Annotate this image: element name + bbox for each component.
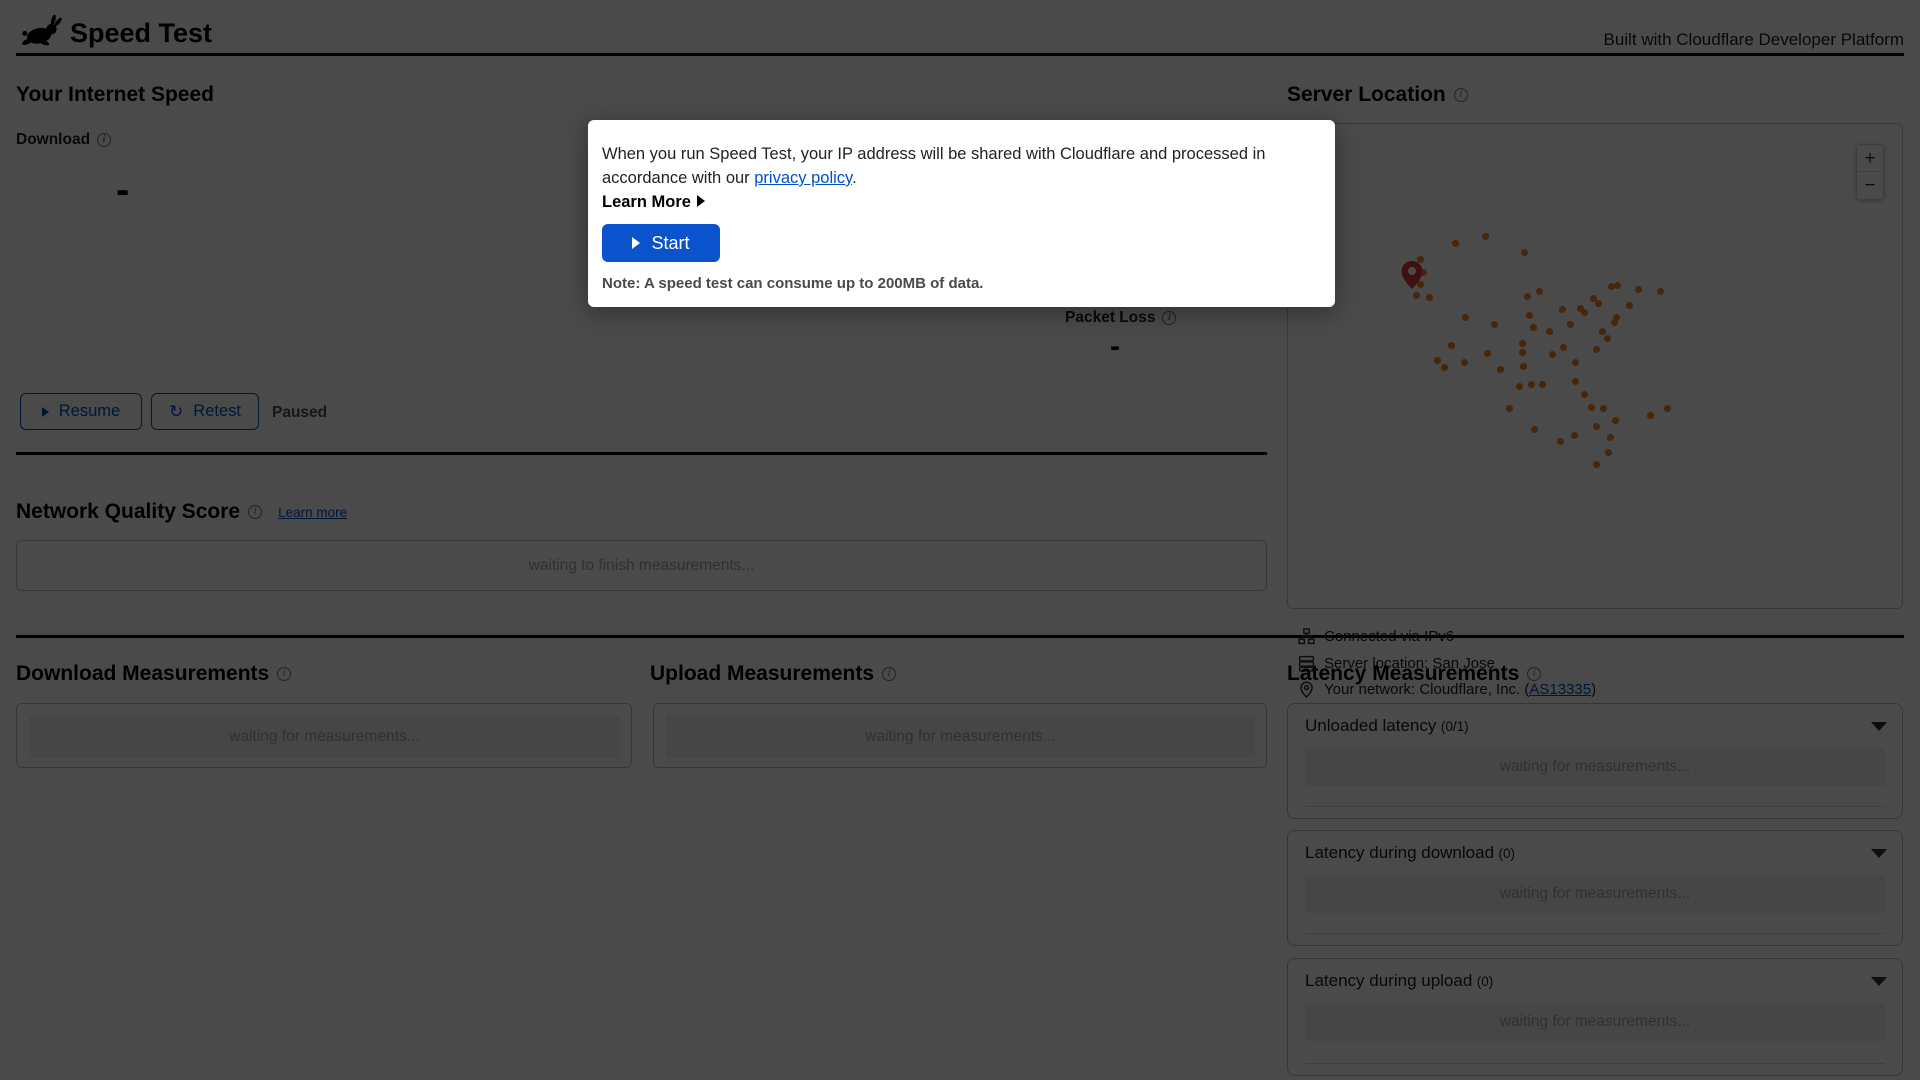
start-button[interactable]: Start: [602, 224, 720, 262]
consent-text: When you run Speed Test, your IP address…: [602, 142, 1319, 190]
speed-test-app: Speed Test Built with Cloudflare Develop…: [0, 0, 1920, 1080]
data-usage-note: Note: A speed test can consume up to 200…: [602, 275, 1319, 292]
play-icon: [632, 237, 640, 249]
privacy-policy-link[interactable]: privacy policy: [754, 169, 852, 187]
learn-more-link[interactable]: Learn More: [602, 190, 1319, 214]
triangle-right-icon: [697, 195, 705, 207]
consent-modal: When you run Speed Test, your IP address…: [588, 120, 1335, 307]
